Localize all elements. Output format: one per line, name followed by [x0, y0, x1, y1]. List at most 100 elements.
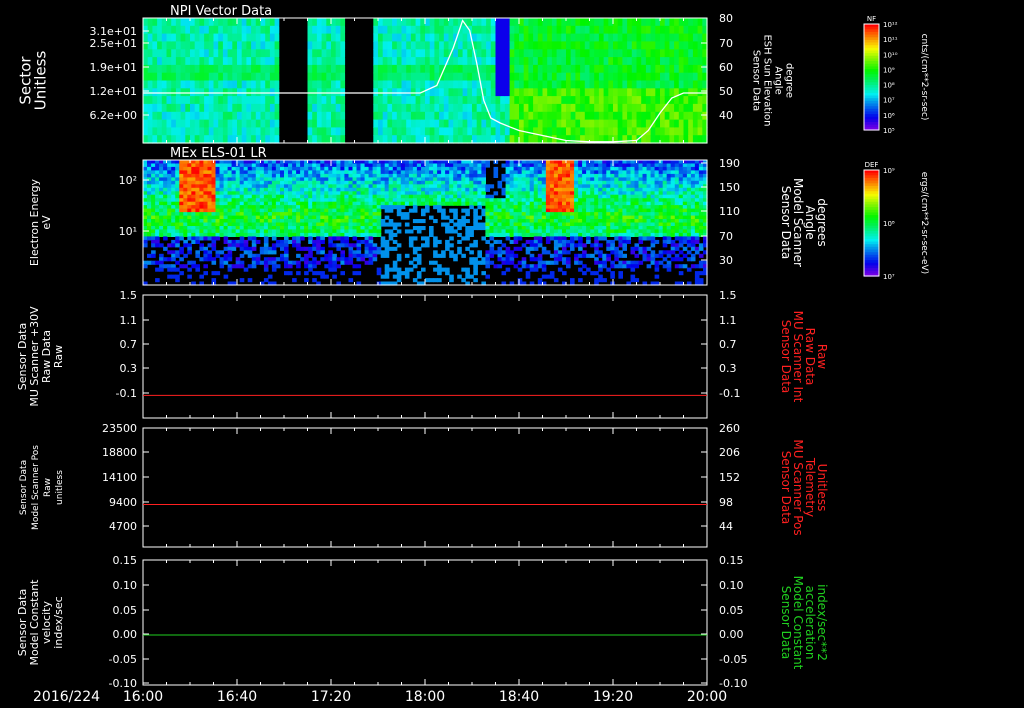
- heat-cell-els: [219, 229, 225, 234]
- heat-cell-els: [328, 170, 333, 175]
- heat-cell-els: [328, 198, 333, 203]
- heat-cell-els: [284, 180, 289, 185]
- heat-cell-els: [308, 232, 313, 237]
- heat-cell-els: [259, 208, 265, 213]
- heat-cell-npi: [448, 33, 454, 42]
- heat-cell-npi: [321, 25, 327, 35]
- heat-cell-els: [529, 170, 535, 175]
- heat-cell-els: [316, 170, 321, 175]
- heat-cell-npi: [692, 41, 699, 50]
- heat-cell-els: [570, 232, 575, 237]
- heat-cell-npi: [288, 64, 294, 74]
- heat-cell-els: [553, 246, 559, 251]
- heat-cell-npi: [354, 103, 360, 113]
- heat-cell-npi: [598, 119, 605, 128]
- heat-cell-npi: [655, 64, 661, 74]
- heat-cell-npi: [143, 111, 149, 121]
- heat-cell-npi: [340, 41, 346, 50]
- heat-cell-els: [171, 187, 176, 192]
- heat-cell-npi: [603, 49, 609, 58]
- heat-cell-npi: [415, 25, 421, 35]
- heat-cell-npi: [316, 103, 323, 113]
- heat-cell-npi: [678, 127, 685, 136]
- heat-cell-els: [159, 257, 164, 262]
- heat-cell-els: [396, 160, 402, 165]
- heat-cell-npi: [232, 49, 238, 58]
- heat-cell-els: [493, 239, 499, 244]
- heat-cell-els: [344, 236, 349, 241]
- heat-cell-npi: [312, 18, 318, 27]
- heat-cell-npi: [401, 18, 407, 27]
- heat-cell-els: [243, 222, 249, 227]
- heat-cell-npi: [354, 64, 360, 74]
- heat-cell-els: [199, 194, 204, 199]
- heat-cell-npi: [340, 57, 346, 66]
- heat-cell-els: [336, 173, 341, 178]
- heat-cell-npi: [274, 25, 280, 35]
- heat-cell-npi: [500, 25, 506, 35]
- heat-cell-els: [574, 219, 579, 224]
- heat-cell-els: [143, 222, 148, 227]
- heat-cell-npi: [688, 111, 694, 121]
- heat-cell-els: [537, 208, 543, 213]
- heat-cell-npi: [321, 18, 327, 27]
- heat-cell-els: [372, 173, 378, 178]
- heat-cell-els: [586, 173, 591, 178]
- heat-cell-npi: [627, 41, 633, 50]
- heat-cell-els: [247, 264, 253, 269]
- heat-cell-npi: [462, 88, 468, 97]
- heat-cell-els: [328, 166, 333, 171]
- heat-cell-npi: [185, 25, 191, 35]
- heat-cell-npi: [622, 57, 628, 66]
- heat-cell-els: [396, 166, 402, 171]
- heat-cell-npi: [180, 135, 186, 144]
- heat-cell-els: [598, 184, 603, 189]
- heat-cell-npi: [664, 33, 670, 42]
- heat-cell-npi: [486, 135, 492, 144]
- heat-cell-npi: [660, 111, 666, 121]
- heat-cell-els: [501, 250, 507, 255]
- heat-cell-els: [207, 232, 213, 237]
- heat-cell-els: [602, 208, 607, 213]
- heat-cell-npi: [462, 57, 468, 66]
- heat-cell-els: [296, 232, 301, 237]
- heat-cell-els: [175, 184, 180, 189]
- heat-cell-els: [167, 187, 172, 192]
- heat-cell-els: [404, 194, 410, 199]
- heat-cell-npi: [598, 111, 605, 121]
- heat-cell-els: [263, 194, 269, 199]
- heat-cell-npi: [420, 111, 426, 121]
- heat-cell-els: [308, 166, 313, 171]
- heat-cell-els: [356, 170, 362, 175]
- heat-cell-els: [412, 208, 418, 213]
- heat-cell-els: [163, 180, 168, 185]
- heat-cell-npi: [683, 57, 689, 66]
- heat-cell-els: [441, 215, 446, 220]
- heat-cell-els: [537, 212, 543, 217]
- heat-cell-els: [461, 180, 466, 185]
- heat-cell-npi: [152, 57, 158, 66]
- heat-cell-npi: [697, 80, 703, 89]
- heat-cell-els: [509, 229, 515, 234]
- heat-cell-els: [513, 184, 519, 189]
- heat-cell-npi: [190, 25, 196, 35]
- heat-cell-els: [159, 260, 164, 265]
- heat-cell-els: [525, 184, 531, 189]
- heat-cell-els: [227, 180, 233, 185]
- heat-cell-npi: [603, 88, 609, 97]
- heat-cell-els: [191, 260, 196, 265]
- heat-cell-npi: [208, 103, 215, 113]
- heat-cell-npi: [425, 135, 431, 144]
- heat-cell-els: [199, 274, 204, 279]
- heat-cell-npi: [660, 80, 666, 89]
- heat-cell-els: [219, 208, 225, 213]
- heat-cell-els: [473, 267, 478, 272]
- heat-cell-els: [574, 160, 579, 165]
- heat-cell-npi: [575, 111, 581, 121]
- heat-cell-els: [271, 219, 277, 224]
- heat-cell-els: [179, 264, 184, 269]
- heat-cell-npi: [467, 103, 473, 113]
- heat-cell-els: [433, 236, 438, 241]
- heat-cell-els: [308, 194, 313, 199]
- heat-cell-npi: [363, 25, 370, 35]
